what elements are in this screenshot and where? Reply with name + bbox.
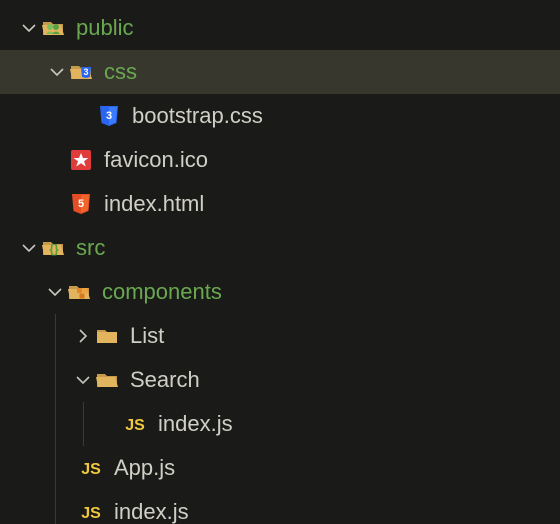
tree-item-favicon[interactable]: favicon.ico xyxy=(0,138,560,182)
folder-src-icon xyxy=(40,235,66,261)
tree-item-label: bootstrap.css xyxy=(132,104,263,128)
tree-item-label: src xyxy=(76,236,105,260)
folder-css-icon xyxy=(68,59,94,85)
chevron-down-icon xyxy=(18,20,40,36)
tree-item-search[interactable]: Search xyxy=(0,358,560,402)
tree-item-label: public xyxy=(76,16,133,40)
tree-item-components[interactable]: components xyxy=(0,270,560,314)
chevron-down-icon xyxy=(18,240,40,256)
tree-item-app-js[interactable]: App.js xyxy=(0,446,560,490)
tree-item-index-html[interactable]: index.html xyxy=(0,182,560,226)
tree-item-label: index.js xyxy=(114,500,189,524)
file-explorer-tree[interactable]: public css bootstrap.css favicon.ico ind… xyxy=(0,0,560,524)
folder-icon xyxy=(94,367,120,393)
js-file-icon xyxy=(122,411,148,437)
chevron-down-icon xyxy=(72,372,94,388)
tree-item-label: css xyxy=(104,60,137,84)
js-file-icon xyxy=(78,499,104,524)
tree-item-src[interactable]: src xyxy=(0,226,560,270)
folder-icon xyxy=(94,323,120,349)
tree-item-label: index.html xyxy=(104,192,204,216)
tree-item-label: Search xyxy=(130,368,200,392)
chevron-down-icon xyxy=(44,284,66,300)
html-file-icon xyxy=(68,191,94,217)
folder-shared-icon xyxy=(40,15,66,41)
tree-item-list[interactable]: List xyxy=(0,314,560,358)
js-file-icon xyxy=(78,455,104,481)
tree-item-label: components xyxy=(102,280,222,304)
tree-item-search-index-js[interactable]: index.js xyxy=(0,402,560,446)
tree-item-label: List xyxy=(130,324,164,348)
tree-item-public[interactable]: public xyxy=(0,6,560,50)
folder-components-icon xyxy=(66,279,92,305)
tree-item-index-js[interactable]: index.js xyxy=(0,490,560,524)
tree-item-bootstrap-css[interactable]: bootstrap.css xyxy=(0,94,560,138)
css-file-icon xyxy=(96,103,122,129)
chevron-down-icon xyxy=(46,64,68,80)
tree-item-label: favicon.ico xyxy=(104,148,208,172)
tree-item-css[interactable]: css xyxy=(0,50,560,94)
chevron-right-icon xyxy=(72,328,94,344)
tree-item-label: App.js xyxy=(114,456,175,480)
favicon-file-icon xyxy=(68,147,94,173)
tree-item-label: index.js xyxy=(158,412,233,436)
